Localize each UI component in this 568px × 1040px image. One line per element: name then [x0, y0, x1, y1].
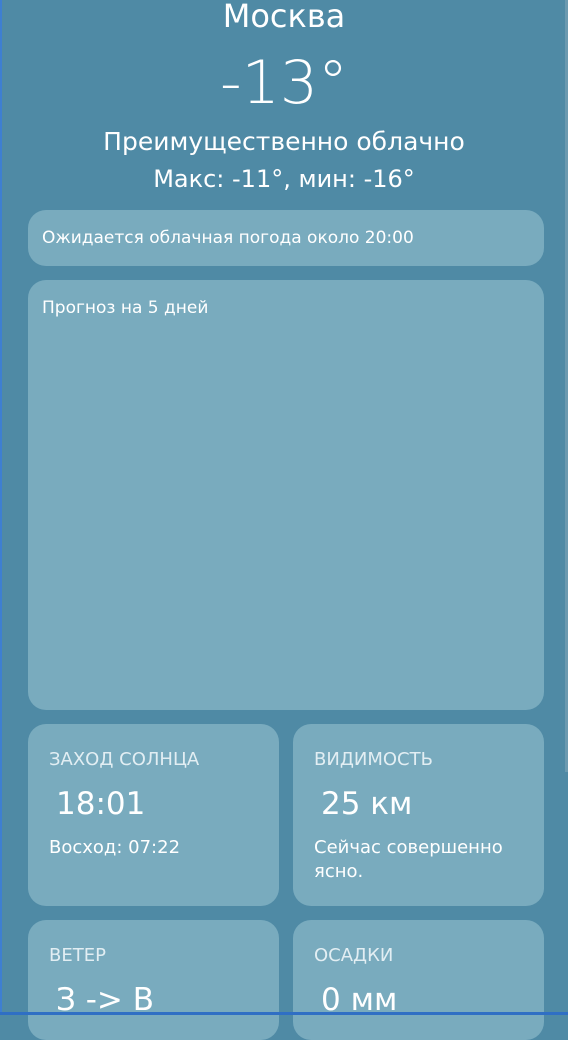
precipitation-title: ОСАДКИ	[314, 945, 394, 966]
sunset-tile[interactable]: ЗАХОД СОЛНЦА 18:01 Восход: 07:22	[28, 724, 279, 906]
city-name: Москва	[222, 0, 346, 35]
visibility-title: ВИДИМОСТЬ	[314, 749, 433, 770]
current-temperature: -13°	[220, 48, 348, 118]
precipitation-tile[interactable]: ОСАДКИ 0 мм	[293, 920, 544, 1040]
five-day-forecast-card[interactable]: Прогноз на 5 дней	[28, 280, 544, 710]
wind-title: ВЕТЕР	[49, 945, 106, 966]
visibility-tile[interactable]: ВИДИМОСТЬ 25 км Сейчас совершенно ясно.	[293, 724, 544, 906]
wind-tile[interactable]: ВЕТЕР З -> В	[28, 920, 279, 1040]
temperature-range: Макс: -11°, мин: -16°	[153, 165, 415, 193]
forecast-banner: Ожидается облачная погода около 20:00	[28, 210, 544, 266]
sunset-title: ЗАХОД СОЛНЦА	[49, 749, 200, 770]
visibility-value: 25 км	[321, 786, 413, 822]
five-day-forecast-title: Прогноз на 5 дней	[42, 298, 209, 318]
forecast-banner-text: Ожидается облачная погода около 20:00	[42, 228, 414, 248]
sunset-value: 18:01	[56, 786, 146, 822]
sunrise-note: Восход: 07:22	[49, 837, 181, 858]
weather-condition: Преимущественно облачно	[103, 127, 465, 156]
visibility-note: Сейчас совершенно ясно.	[314, 837, 503, 882]
